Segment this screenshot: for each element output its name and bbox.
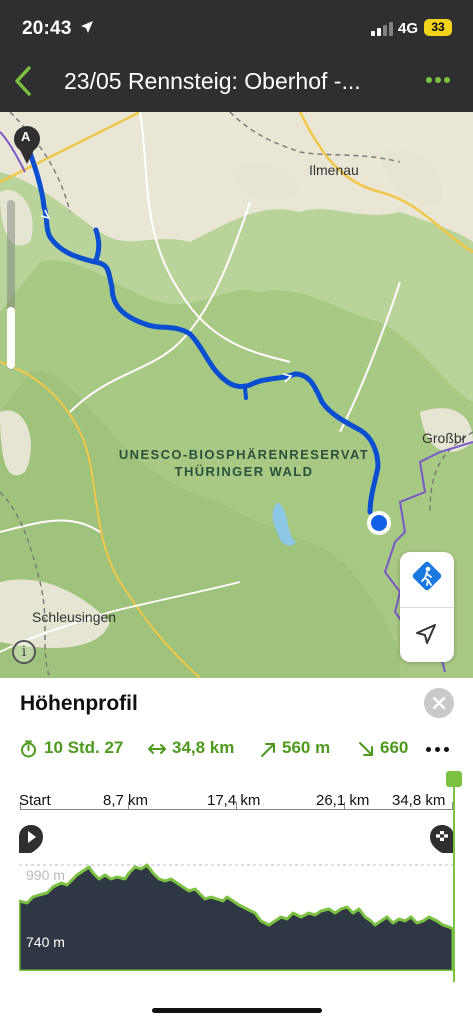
position-scrubber-line[interactable] (453, 776, 455, 982)
axis-label-34-8: 34,8 km (392, 792, 446, 809)
biosphere-reserve-label-line1: UNESCO-BIOSPHÄRENRESERVAT (118, 447, 370, 462)
elevation-title: Höhenprofil (20, 692, 138, 715)
stats-row: 10 Std. 27 34,8 km 560 m 660 (20, 738, 420, 762)
info-button[interactable]: i (12, 640, 36, 664)
distance-icon (148, 744, 166, 754)
zoom-slider-thumb[interactable] (7, 307, 15, 369)
stat-distance: 34,8 km (147, 738, 234, 758)
hiking-mode-icon[interactable] (400, 552, 454, 607)
start-flag-icon (19, 825, 43, 853)
stat-ascent: 560 m (260, 738, 330, 758)
axis-label-8-7: 8,7 km (103, 792, 149, 809)
elevation-profile-chart[interactable] (19, 863, 453, 971)
stopwatch-icon (21, 740, 36, 758)
city-label-schleusingen: Schleusingen (32, 609, 117, 625)
location-arrow-icon (81, 21, 93, 33)
biosphere-reserve-label-line2: THÜRINGER WALD (174, 464, 314, 479)
start-marker-label: A (21, 129, 31, 144)
signal-icon (371, 22, 393, 36)
status-time: 20:43 (22, 18, 72, 39)
top-bar: 20:43 4G 33 23/05 Rennsteig: Oberhof -..… (0, 0, 473, 112)
finish-flag-icon (430, 825, 454, 853)
elevation-label-lower: 740 m (26, 934, 65, 950)
stats-more-icon[interactable] (426, 747, 450, 753)
close-icon[interactable] (424, 688, 454, 718)
stat-distance-value: 34,8 km (172, 738, 235, 757)
back-chevron-icon[interactable] (10, 64, 36, 98)
biosphere-reserve-label: UNESCO-BIOSPHÄRENRESERVAT THÜRINGER WALD (104, 446, 384, 480)
map-controls (400, 552, 454, 662)
stat-duration-value: 10 Std. 27 (44, 738, 124, 757)
ascent-icon (261, 743, 275, 757)
descent-icon (359, 742, 373, 756)
elevation-sheet: Höhenprofil 10 Std. 27 34,8 km 560 m 660… (0, 678, 473, 1024)
page-title: 23/05 Rennsteig: Oberhof -... (64, 68, 361, 94)
stat-descent-value: 660 (380, 738, 409, 757)
axis-label-17-4: 17,4 km (207, 792, 261, 809)
city-label-grossbr: Großbr (422, 430, 467, 446)
axis-label-26-1: 26,1 km (316, 792, 370, 809)
network-type: 4G (398, 20, 419, 37)
position-scrubber-handle[interactable] (446, 771, 462, 787)
city-label-ilmenau: Ilmenau (309, 162, 359, 178)
navigation-arrow-icon[interactable] (400, 607, 454, 662)
stat-duration: 10 Std. 27 (20, 738, 123, 758)
more-options-icon[interactable] (426, 77, 450, 85)
home-indicator[interactable] (152, 1008, 322, 1013)
battery-icon: 33 (424, 19, 452, 36)
elevation-label-upper: 990 m (26, 867, 65, 883)
stat-descent: 660 (358, 738, 408, 758)
axis-label-start: Start (19, 792, 51, 809)
map-view[interactable]: A Ilmenau Großbr Schleusingen UNESCO-BIO… (0, 112, 473, 678)
stat-ascent-value: 560 m (282, 738, 331, 757)
